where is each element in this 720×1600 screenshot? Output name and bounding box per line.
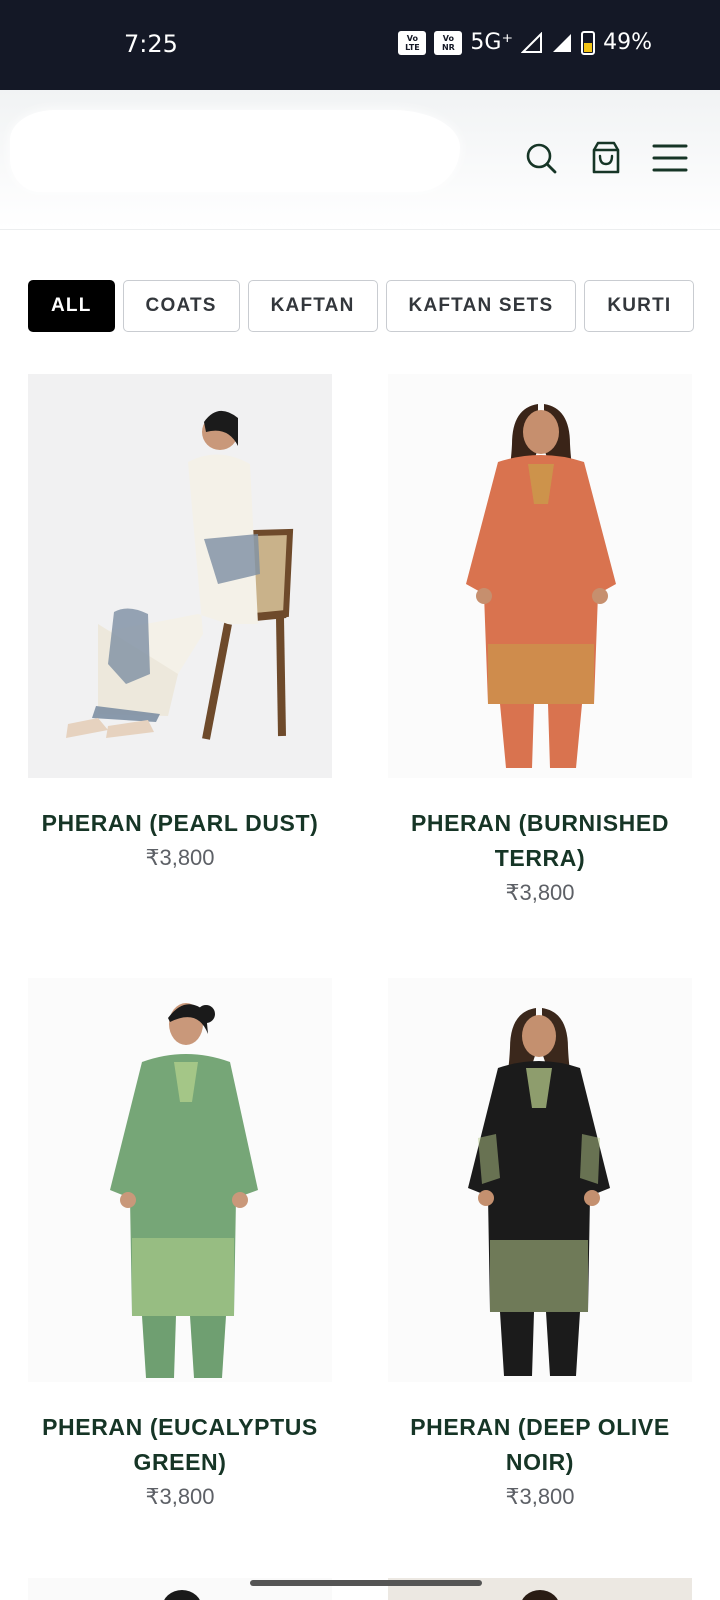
filter-chip-all[interactable]: ALL <box>28 280 115 332</box>
filter-chip-kaftan[interactable]: KAFTAN <box>247 280 378 332</box>
product-price: ₹3,800 <box>505 880 575 905</box>
status-icons: Vo LTE Vo NR 5G⁺ 49% <box>398 30 652 55</box>
filter-chip-kurti[interactable]: KURTI <box>584 280 695 332</box>
battery-percent: 49% <box>603 30 652 55</box>
product-card[interactable]: PHERAN (DEEP OLIVE NOIR) ₹3,800 <box>388 978 692 1510</box>
logo[interactable] <box>10 110 460 192</box>
search-icon[interactable] <box>523 140 559 176</box>
product-image[interactable] <box>388 978 692 1382</box>
vonr-sim1-icon: Vo NR <box>434 30 463 55</box>
menu-icon[interactable] <box>652 140 688 176</box>
status-time: 7:25 <box>124 30 178 58</box>
product-name[interactable]: PHERAN (BURNISHED TERRA) <box>388 806 692 876</box>
product-name[interactable]: PHERAN (EUCALYPTUS GREEN) <box>28 1410 332 1480</box>
product-name[interactable]: PHERAN (PEARL DUST) <box>28 806 332 841</box>
product-photo-pearl-dust <box>28 374 332 778</box>
filter-chip-kaftan-sets[interactable]: KAFTAN SETS <box>385 280 577 332</box>
category-filter-bar: ALL COATS KAFTAN KAFTAN SETS KURTI <box>28 280 695 332</box>
product-image[interactable] <box>28 374 332 778</box>
volte-sim2-icon: Vo LTE <box>398 30 427 55</box>
product-price: ₹3,800 <box>505 1484 575 1509</box>
product-image[interactable] <box>388 374 692 778</box>
product-card[interactable]: PHERAN (BURNISHED TERRA) ₹3,800 <box>388 374 692 906</box>
product-card[interactable]: PHERAN (PEARL DUST) ₹3,800 <box>28 374 332 871</box>
product-photo-deep-olive-noir <box>388 978 692 1382</box>
status-bar: 7:25 Vo LTE Vo NR 5G⁺ 49% <box>0 0 720 90</box>
product-photo-eucalyptus-green <box>28 978 332 1382</box>
cart-icon[interactable] <box>588 140 624 176</box>
product-price: ₹3,800 <box>145 1484 215 1509</box>
product-name[interactable]: PHERAN (DEEP OLIVE NOIR) <box>388 1410 692 1480</box>
home-indicator[interactable] <box>250 1580 482 1586</box>
network-type: 5G⁺ <box>470 30 514 55</box>
product-price: ₹3,800 <box>145 845 215 870</box>
signal-full-icon <box>553 33 572 52</box>
signal-outline-icon <box>521 31 543 53</box>
battery-icon <box>581 30 596 55</box>
product-card[interactable]: PHERAN (EUCALYPTUS GREEN) ₹3,800 <box>28 978 332 1510</box>
filter-chip-coats[interactable]: COATS <box>122 280 240 332</box>
product-image[interactable] <box>28 978 332 1382</box>
product-photo-burnished-terra <box>388 374 692 778</box>
